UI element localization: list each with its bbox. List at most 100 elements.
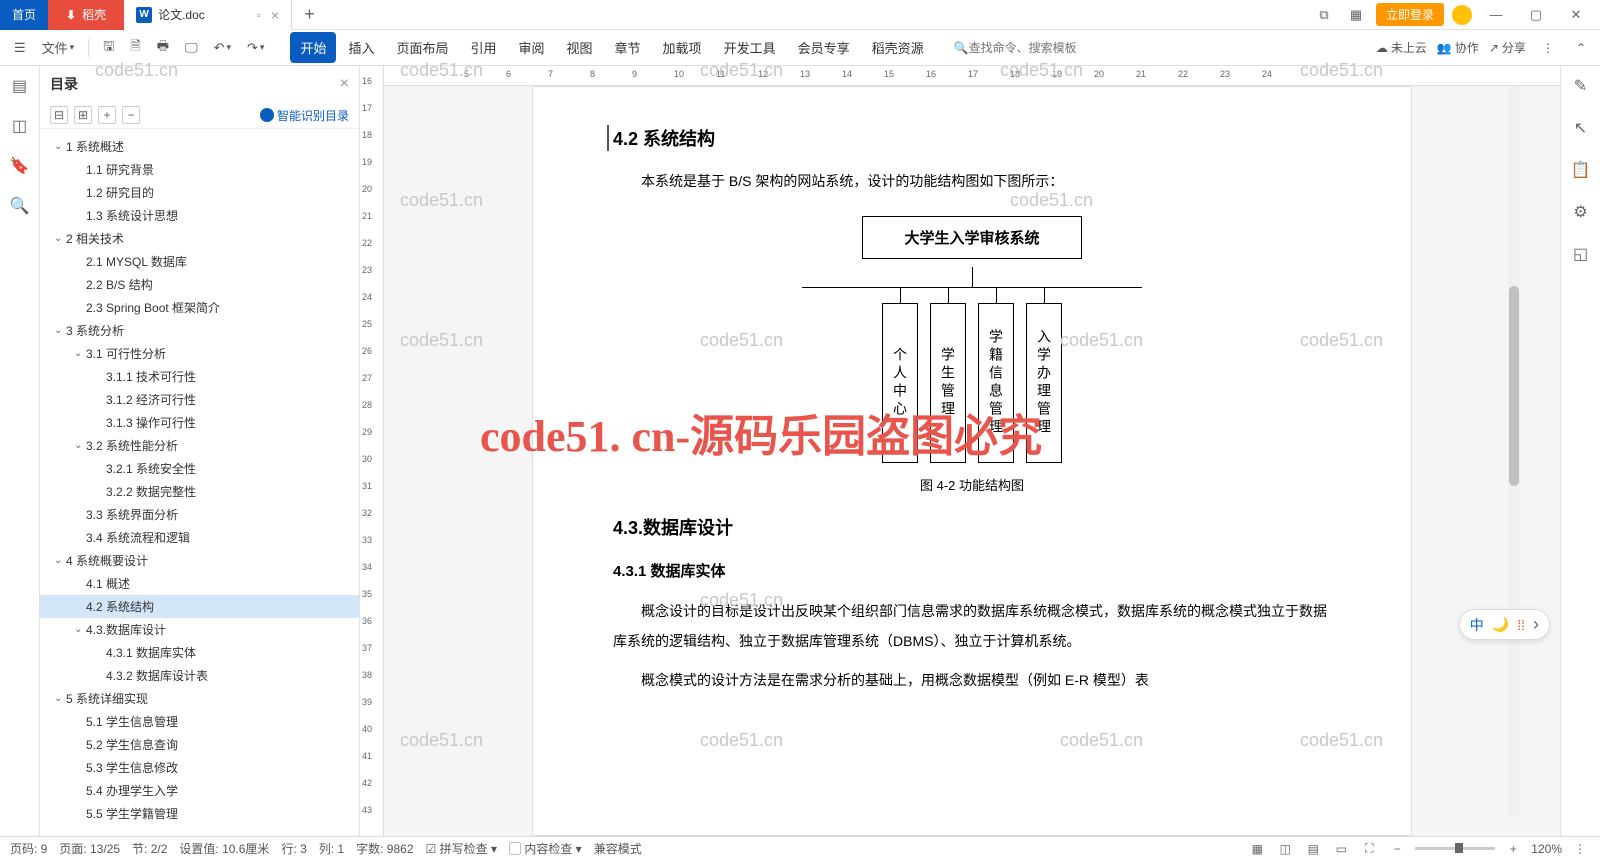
outline-item[interactable]: 5.3 学生信息修改 xyxy=(40,756,359,779)
find-icon[interactable]: 🔍 xyxy=(8,194,32,218)
ribbon-tab[interactable]: 开始 xyxy=(290,32,336,63)
outline-item[interactable]: ⌄1 系统概述 xyxy=(40,135,359,158)
print-preview-button[interactable]: 🖵 xyxy=(179,36,204,60)
zoom-slider[interactable] xyxy=(1415,847,1495,850)
outline-item[interactable]: 5.5 学生学籍管理 xyxy=(40,802,359,825)
view-fullscreen-icon[interactable]: ⛶ xyxy=(1359,840,1379,858)
outline-item[interactable]: 4.1 概述 xyxy=(40,572,359,595)
view-web-icon[interactable]: ◫ xyxy=(1275,840,1295,858)
save-as-button[interactable]: 🗎 xyxy=(124,33,146,63)
outline-item[interactable]: 5.4 办理学生入学 xyxy=(40,779,359,802)
login-button[interactable]: 立即登录 xyxy=(1376,3,1444,26)
search-input[interactable] xyxy=(969,41,1089,55)
new-tab-button[interactable]: + xyxy=(292,4,327,25)
outline-item[interactable]: 5.2 学生信息查询 xyxy=(40,733,359,756)
collapse-ribbon-button[interactable]: ⌃ xyxy=(1570,37,1592,59)
outline-item[interactable]: ⌄5 系统详细实现 xyxy=(40,687,359,710)
sb-col[interactable]: 列: 1 xyxy=(319,840,344,857)
ribbon-tab[interactable]: 加载项 xyxy=(653,32,712,63)
outline-item[interactable]: 3.1.1 技术可行性 xyxy=(40,365,359,388)
zoom-out-button[interactable]: − xyxy=(1387,840,1407,858)
tab-document[interactable]: W 论文.doc ▫ × xyxy=(124,0,292,30)
ribbon-tab[interactable]: 视图 xyxy=(557,32,603,63)
outline-item[interactable]: 4.2 系统结构 xyxy=(40,595,359,618)
outline-item[interactable]: 3.1.3 操作可行性 xyxy=(40,411,359,434)
sb-section[interactable]: 节: 2/2 xyxy=(132,840,167,857)
panel-icon[interactable]: ⧉ xyxy=(1312,3,1336,27)
command-search[interactable]: 🔍 xyxy=(954,41,1089,55)
sb-compat[interactable]: 兼容模式 xyxy=(594,840,642,857)
ribbon-tab[interactable]: 会员专享 xyxy=(788,32,860,63)
sb-line[interactable]: 行: 3 xyxy=(281,840,306,857)
pages-icon[interactable]: ◫ xyxy=(8,114,32,138)
outline-item[interactable]: 5.1 学生信息管理 xyxy=(40,710,359,733)
outline-icon[interactable]: ▤ xyxy=(8,74,32,98)
file-menu[interactable]: 文件 ▾ xyxy=(36,34,81,61)
sb-more-icon[interactable]: ⋮ xyxy=(1570,840,1590,858)
ribbon-tab[interactable]: 开发工具 xyxy=(714,32,786,63)
lang-cn[interactable]: 中 xyxy=(1470,615,1484,635)
edit-icon[interactable]: ✎ xyxy=(1569,74,1593,98)
outline-item[interactable]: ⌄3.1 可行性分析 xyxy=(40,342,359,365)
outline-item[interactable]: 2.2 B/S 结构 xyxy=(40,273,359,296)
tab-close-icon[interactable]: × xyxy=(267,7,283,23)
print-button[interactable]: 🖶 xyxy=(151,33,175,63)
bookmark-icon[interactable]: 🔖 xyxy=(8,154,32,178)
redo-button[interactable]: ↷ ▾ xyxy=(241,36,270,60)
tab-home[interactable]: 首页 xyxy=(0,0,48,30)
outline-close-icon[interactable]: × xyxy=(340,75,349,93)
add-item-icon[interactable]: + xyxy=(98,106,116,124)
tab-overflow-icon[interactable]: ▫ xyxy=(257,8,261,22)
page[interactable]: 4.2 系统结构 本系统是基于 B/S 架构的网站系统，设计的功能结构图如下图所… xyxy=(532,86,1412,836)
sb-contentcheck[interactable]: ▢ 内容检查 ▾ xyxy=(509,840,582,857)
zoom-in-button[interactable]: + xyxy=(1503,840,1523,858)
outline-item[interactable]: ⌄4 系统概要设计 xyxy=(40,549,359,572)
lang-dots-icon[interactable]: ⁞⁞ xyxy=(1517,617,1525,633)
apps-icon[interactable]: ▦ xyxy=(1344,3,1368,27)
avatar[interactable] xyxy=(1452,5,1472,25)
share-button[interactable]: ↗分享 xyxy=(1489,39,1526,56)
outline-item[interactable]: 2.1 MYSQL 数据库 xyxy=(40,250,359,273)
select-icon[interactable]: ↖ xyxy=(1569,116,1593,140)
sb-setval[interactable]: 设置值: 10.6厘米 xyxy=(179,840,269,857)
more-button[interactable]: ⋮ xyxy=(1536,37,1560,59)
ruler-horizontal[interactable]: 56789101112131415161718192021222324 xyxy=(384,66,1560,86)
ribbon-tab[interactable]: 引用 xyxy=(460,32,506,63)
outline-item[interactable]: ⌄3.2 系统性能分析 xyxy=(40,434,359,457)
outline-item[interactable]: 1.2 研究目的 xyxy=(40,181,359,204)
collab-button[interactable]: 👥协作 xyxy=(1437,39,1479,56)
minimize-button[interactable]: — xyxy=(1480,3,1512,27)
sb-words[interactable]: 字数: 9862 xyxy=(356,840,413,857)
settings-icon[interactable]: ⚙ xyxy=(1569,200,1593,224)
ribbon-tab[interactable]: 稻壳资源 xyxy=(862,32,934,63)
smart-outline-button[interactable]: 智能识别目录 xyxy=(260,107,349,124)
outline-item[interactable]: ⌄2 相关技术 xyxy=(40,227,359,250)
collapse-all-icon[interactable]: ⊞ xyxy=(74,106,92,124)
outline-item[interactable]: 3.3 系统界面分析 xyxy=(40,503,359,526)
maximize-button[interactable]: ▢ xyxy=(1520,3,1552,27)
cloud-status[interactable]: ☁未上云 xyxy=(1376,39,1427,56)
remove-item-icon[interactable]: − xyxy=(122,106,140,124)
outline-item[interactable]: 2.3 Spring Boot 框架简介 xyxy=(40,296,359,319)
sb-page-no[interactable]: 页码: 9 xyxy=(10,840,47,857)
floating-lang-bar[interactable]: 中 🌙 ⁞⁞ › xyxy=(1459,609,1550,640)
ribbon-tab[interactable]: 章节 xyxy=(605,32,651,63)
ribbon-tab[interactable]: 插入 xyxy=(338,32,384,63)
zoom-value[interactable]: 120% xyxy=(1531,842,1562,856)
outline-item[interactable]: 1.1 研究背景 xyxy=(40,158,359,181)
sb-spellcheck[interactable]: ☑ 拼写检查 ▾ xyxy=(426,840,497,857)
layers-icon[interactable]: ◱ xyxy=(1569,242,1593,266)
outline-item[interactable]: 1.3 系统设计思想 xyxy=(40,204,359,227)
ribbon-tab[interactable]: 页面布局 xyxy=(386,32,458,63)
tab-shell[interactable]: ⬇ 稻壳 xyxy=(48,0,124,30)
scroll-thumb[interactable] xyxy=(1509,286,1519,486)
outline-item[interactable]: 4.3.2 数据库设计表 xyxy=(40,664,359,687)
ruler-vertical[interactable]: 1617181920212223242526272829303132333435… xyxy=(360,66,384,836)
expand-all-icon[interactable]: ⊟ xyxy=(50,106,68,124)
save-button[interactable]: 🖫 xyxy=(97,33,120,63)
close-button[interactable]: ✕ xyxy=(1560,3,1592,27)
outline-item[interactable]: ⌄4.3.数据库设计 xyxy=(40,618,359,641)
view-page-icon[interactable]: ▦ xyxy=(1247,840,1267,858)
lang-moon-icon[interactable]: 🌙 xyxy=(1492,616,1509,633)
menu-button[interactable]: ☰ xyxy=(8,36,32,60)
